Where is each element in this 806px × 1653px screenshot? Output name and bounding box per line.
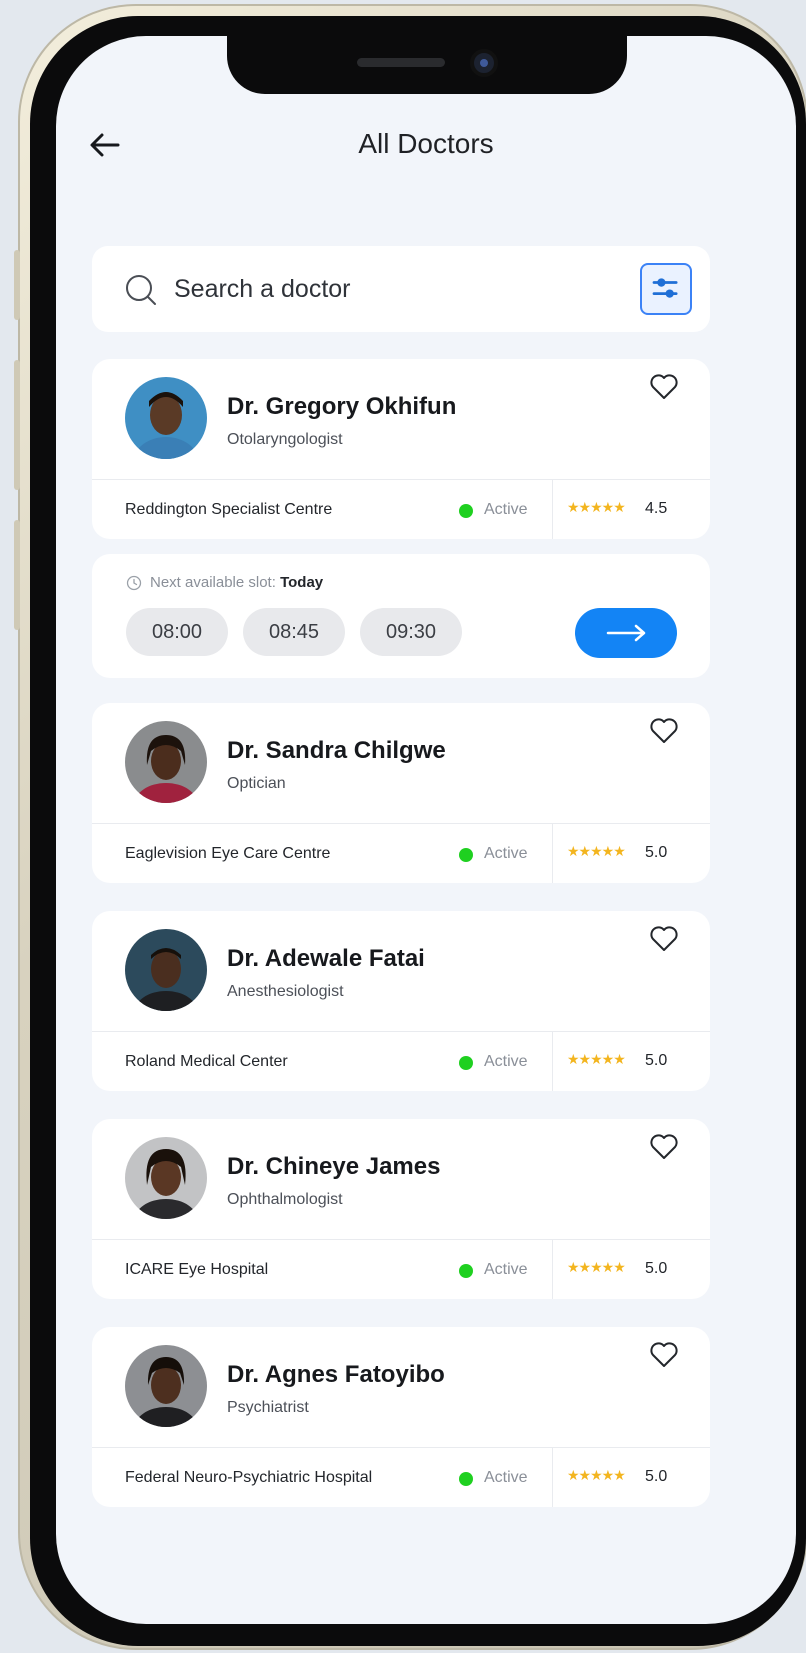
phone-side-button: [14, 520, 20, 630]
card-footer: ICARE Eye Hospital Active ★★★★★ 5.0: [92, 1240, 710, 1299]
time-slot[interactable]: 09:30: [360, 608, 462, 656]
doctor-card[interactable]: Dr. Gregory Okhifun Otolaryngologist Red…: [92, 359, 710, 539]
avatar: [125, 377, 207, 459]
doctor-specialty: Psychiatrist: [227, 1399, 309, 1416]
doctor-name: Dr. Agnes Fatoyibo: [227, 1361, 445, 1388]
status-badge: Active: [484, 1261, 528, 1278]
next-slot-day: Today: [280, 574, 324, 591]
status-dot: [459, 1472, 473, 1486]
avatar: [125, 1345, 207, 1427]
status-dot: [459, 1056, 473, 1070]
card-footer: Reddington Specialist Centre Active ★★★★…: [92, 480, 710, 539]
time-slot[interactable]: 08:00: [126, 608, 228, 656]
rating-value: 4.5: [645, 500, 668, 517]
sliders-icon: [652, 278, 678, 298]
rating-value: 5.0: [645, 844, 668, 861]
card-footer: Roland Medical Center Active ★★★★★ 5.0: [92, 1032, 710, 1091]
clock-icon: [126, 575, 142, 591]
status-dot: [459, 1264, 473, 1278]
avatar: [125, 1137, 207, 1219]
heart-icon[interactable]: [649, 717, 679, 745]
star-rating-icon: ★★★★★: [567, 499, 626, 515]
app-screen: All Doctors Dr. Gregory Okhifun: [56, 36, 796, 1624]
speaker: [357, 58, 445, 67]
star-rating-icon: ★★★★★: [567, 1467, 626, 1483]
phone-side-button: [14, 360, 20, 490]
doctor-specialty: Ophthalmologist: [227, 1191, 343, 1208]
heart-icon[interactable]: [649, 1133, 679, 1161]
avatar: [125, 721, 207, 803]
star-rating-icon: ★★★★★: [567, 1051, 626, 1067]
rating-value: 5.0: [645, 1260, 668, 1277]
doctor-specialty: Optician: [227, 775, 286, 792]
status-dot: [459, 504, 473, 518]
hospital-name: Eaglevision Eye Care Centre: [125, 845, 331, 862]
divider: [552, 1032, 553, 1091]
card-footer: Eaglevision Eye Care Centre Active ★★★★★…: [92, 824, 710, 883]
doctor-name: Dr. Chineye James: [227, 1153, 441, 1180]
divider: [552, 480, 553, 539]
next-slot-label: Next available slot: Today: [150, 574, 323, 591]
search-bar: [92, 246, 710, 332]
header: All Doctors: [56, 126, 796, 166]
filter-button[interactable]: [640, 263, 692, 315]
card-footer: Federal Neuro-Psychiatric Hospital Activ…: [92, 1448, 710, 1507]
rating-value: 5.0: [645, 1468, 668, 1485]
next-slot-text: Next available slot:: [150, 574, 281, 591]
star-rating-icon: ★★★★★: [567, 1259, 626, 1275]
heart-icon[interactable]: [649, 373, 679, 401]
status-badge: Active: [484, 1053, 528, 1070]
avatar: [125, 929, 207, 1011]
book-next-button[interactable]: [575, 608, 677, 658]
status-badge: Active: [484, 1469, 528, 1486]
heart-icon[interactable]: [649, 925, 679, 953]
search-input[interactable]: [174, 268, 614, 310]
camera: [470, 49, 498, 77]
time-slot[interactable]: 08:45: [243, 608, 345, 656]
doctor-specialty: Otolaryngologist: [227, 431, 343, 448]
divider: [552, 824, 553, 883]
rating-value: 5.0: [645, 1052, 668, 1069]
status-badge: Active: [484, 845, 528, 862]
star-rating-icon: ★★★★★: [567, 843, 626, 859]
page-title: All Doctors: [358, 128, 494, 159]
doctor-card[interactable]: Dr. Adewale Fatai Anesthesiologist Rolan…: [92, 911, 710, 1091]
doctor-name: Dr. Adewale Fatai: [227, 945, 425, 972]
doctor-specialty: Anesthesiologist: [227, 983, 344, 1000]
hospital-name: Roland Medical Center: [125, 1053, 288, 1070]
doctor-card[interactable]: Dr. Chineye James Ophthalmologist ICARE …: [92, 1119, 710, 1299]
hospital-name: ICARE Eye Hospital: [125, 1261, 269, 1278]
phone-side-button: [14, 250, 20, 320]
divider: [552, 1240, 553, 1299]
doctor-card[interactable]: Dr. Agnes Fatoyibo Psychiatrist Federal …: [92, 1327, 710, 1507]
hospital-name: Reddington Specialist Centre: [125, 501, 333, 518]
arrow-right-icon: [606, 624, 646, 642]
status-dot: [459, 848, 473, 862]
search-icon: [126, 275, 156, 305]
divider: [552, 1448, 553, 1507]
availability-card: Next available slot: Today 08:00 08:45 0…: [92, 554, 710, 678]
doctor-name: Dr. Sandra Chilgwe: [227, 737, 446, 764]
doctor-name: Dr. Gregory Okhifun: [227, 393, 457, 420]
doctor-card[interactable]: Dr. Sandra Chilgwe Optician Eaglevision …: [92, 703, 710, 883]
notch: [227, 36, 627, 94]
heart-icon[interactable]: [649, 1341, 679, 1369]
hospital-name: Federal Neuro-Psychiatric Hospital: [125, 1469, 373, 1486]
status-badge: Active: [484, 501, 528, 518]
